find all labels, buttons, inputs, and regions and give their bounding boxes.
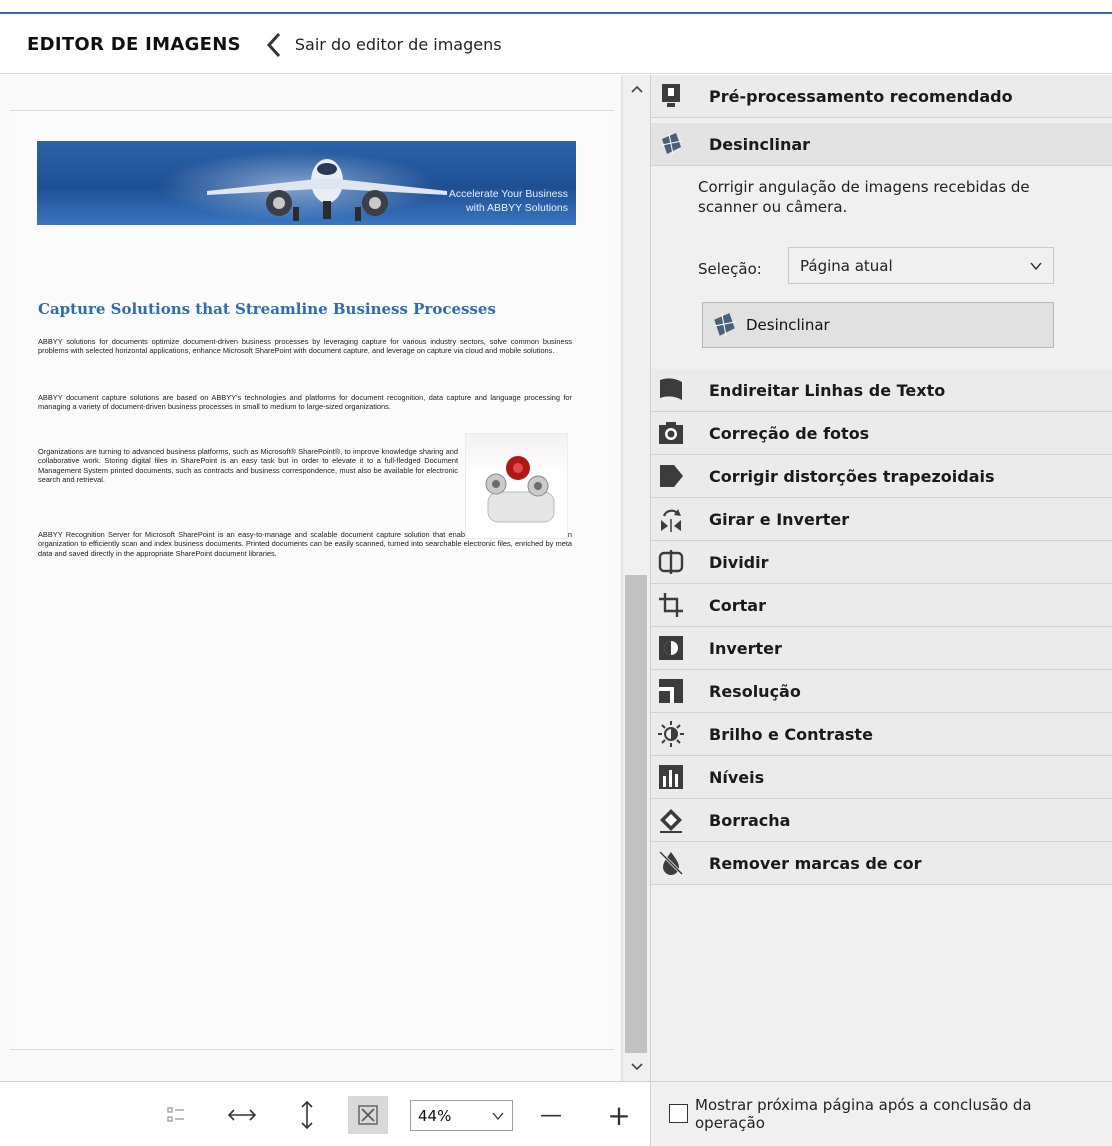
exit-editor-link[interactable]: Sair do editor de imagens (261, 30, 502, 60)
image-tools-panel: Pré-processamento recomendado Desinclina… (650, 75, 1112, 1081)
deskew-icon (714, 313, 736, 336)
remove-color-icon (657, 849, 685, 877)
scroll-down-icon[interactable] (623, 1055, 651, 1079)
fit-height-icon[interactable] (292, 1099, 322, 1131)
tool-trapezoid-correction[interactable]: Corrigir distorções trapezoidais (651, 455, 1112, 498)
tool-photo-correction[interactable]: Correção de fotos (651, 412, 1112, 455)
document-figure-image (465, 433, 568, 539)
scrollbar-thumb[interactable] (625, 575, 647, 1053)
selection-dropdown[interactable]: Página atual (788, 247, 1054, 284)
eraser-icon (657, 806, 685, 834)
resolution-icon (657, 677, 685, 705)
tool-deskew[interactable]: Desinclinar (651, 123, 1112, 166)
tool-split[interactable]: Dividir (651, 541, 1112, 584)
editor-title: EDITOR DE IMAGENS (27, 34, 241, 55)
tool-rotate-flip[interactable]: Girar e Inverter (651, 498, 1112, 541)
tool-invert[interactable]: Inverter (651, 627, 1112, 670)
tool-brightness-contrast[interactable]: Brilho e Contraste (651, 713, 1112, 756)
invert-icon (657, 634, 685, 662)
editor-header: EDITOR DE IMAGENS Sair do editor de imag… (0, 16, 1112, 74)
banner-image: Accelerate Your Business with ABBYY Solu… (37, 141, 576, 225)
tool-preprocessing[interactable]: Pré-processamento recomendado (651, 75, 1112, 118)
list-view-icon[interactable] (160, 1099, 192, 1131)
show-next-page-checkbox[interactable] (669, 1104, 688, 1123)
sun-icon (657, 720, 685, 748)
banner-tagline: Accelerate Your Business with ABBYY Solu… (448, 188, 568, 214)
document-paragraph: ABBYY solutions for documents optimize d… (38, 337, 572, 356)
tool-levels[interactable]: Níveis (651, 756, 1112, 799)
chevron-down-icon (1030, 262, 1042, 271)
deskew-description: Corrigir angulação de imagens recebidas … (698, 178, 1030, 216)
next-page-option: Mostrar próxima página após a conclusão … (650, 1081, 1112, 1146)
window-title-strip (0, 0, 1112, 14)
camera-icon (657, 419, 685, 447)
crop-icon (657, 591, 685, 619)
view-toolbar: 44% — + (0, 1081, 650, 1146)
zoom-select[interactable]: 44% (410, 1100, 513, 1131)
page-sheet (10, 110, 614, 1050)
split-icon (657, 548, 685, 576)
rotate-flip-icon (657, 505, 685, 533)
document-paragraph: Organizations are turning to advanced bu… (38, 447, 458, 485)
show-next-page-label[interactable]: Mostrar próxima página após a conclusão … (695, 1096, 1095, 1132)
tool-crop[interactable]: Cortar (651, 584, 1112, 627)
lightbulb-icon (657, 82, 685, 110)
exit-editor-label: Sair do editor de imagens (294, 35, 502, 54)
tool-straighten-lines[interactable]: Endireitar Linhas de Texto (651, 369, 1112, 412)
tool-eraser[interactable]: Borracha (651, 799, 1112, 842)
deskew-options: Corrigir angulação de imagens recebidas … (651, 166, 1112, 373)
scroll-up-icon[interactable] (623, 77, 651, 101)
zoom-in-button[interactable]: + (602, 1099, 636, 1132)
document-preview-pane[interactable]: Accelerate Your Business with ABBYY Solu… (0, 75, 622, 1081)
document-paragraph: ABBYY document capture solutions are bas… (38, 393, 572, 412)
vertical-scrollbar[interactable] (622, 75, 650, 1081)
tool-resolution[interactable]: Resolução (651, 670, 1112, 713)
fit-width-icon[interactable] (224, 1099, 260, 1131)
tool-remove-color-marks[interactable]: Remover marcas de cor (651, 842, 1112, 885)
flag-icon (657, 376, 685, 404)
document-heading: Capture Solutions that Streamline Busine… (38, 300, 496, 318)
levels-icon (657, 763, 685, 791)
selection-label: Seleção: (698, 260, 762, 278)
deskew-apply-button[interactable]: Desinclinar (702, 302, 1054, 348)
chevron-left-icon (266, 32, 281, 57)
deskew-icon (657, 130, 685, 158)
chevron-down-icon (492, 1112, 504, 1121)
trapezoid-icon (657, 462, 685, 490)
airplane-image (207, 159, 447, 221)
zoom-out-button[interactable]: — (534, 1099, 568, 1131)
fit-page-icon[interactable] (348, 1096, 388, 1134)
